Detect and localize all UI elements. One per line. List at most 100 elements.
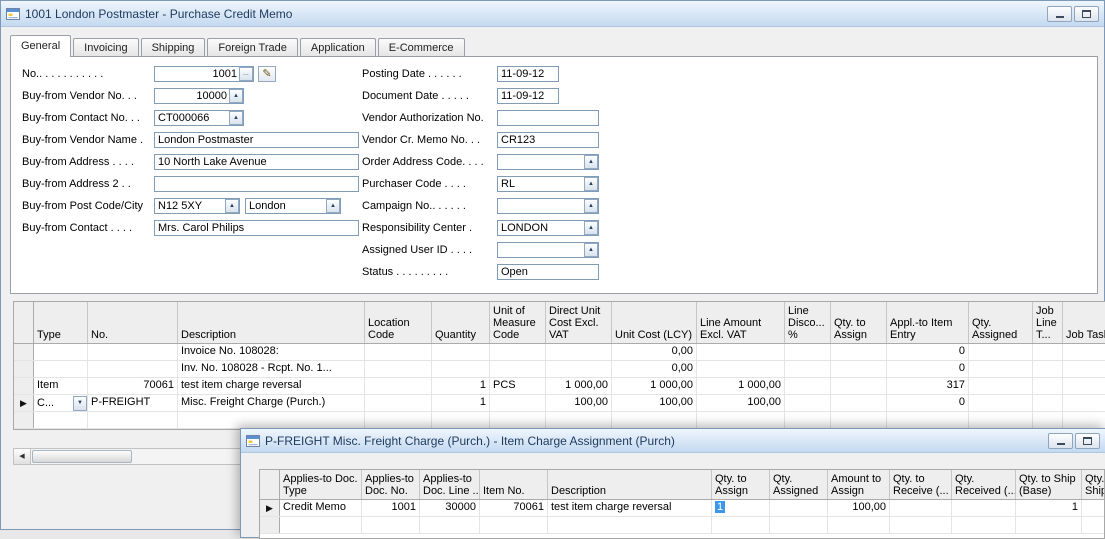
cell-job-line-t[interactable] (1033, 378, 1063, 394)
cell-applies-to-doc-type[interactable] (280, 517, 362, 533)
document-date-field[interactable]: 11-09-12 (497, 88, 559, 104)
cell-direct-unit-cost-excl-vat[interactable]: 1 000,00 (546, 378, 612, 394)
cell-appl-to-item-entry[interactable] (887, 412, 969, 428)
minimize-button[interactable] (1048, 433, 1073, 449)
row-selector[interactable] (14, 344, 34, 360)
cell-job-line-t[interactable] (1033, 361, 1063, 377)
cell-qty-ship[interactable] (1082, 500, 1105, 516)
cell-unit-of-measure-code[interactable] (490, 344, 546, 360)
row-selector[interactable] (14, 361, 34, 377)
tab-shipping[interactable]: Shipping (141, 38, 206, 57)
vendor-cr-memo-no-field[interactable]: CR123 (497, 132, 599, 148)
cell-unit-of-measure-code[interactable] (490, 395, 546, 411)
cell-qty-to-assign[interactable] (831, 395, 887, 411)
responsibility-center-lookup-button[interactable]: ▲ (584, 221, 598, 235)
buy-from-post-code-city-city-lookup-button[interactable]: ▲ (326, 199, 340, 213)
cell-unit-cost-lcy[interactable]: 1 000,00 (612, 378, 697, 394)
buy-from-address-field[interactable]: 10 North Lake Avenue (154, 154, 359, 170)
cell-line-amount-excl-vat[interactable] (697, 344, 785, 360)
cell-type[interactable]: C...▼ (34, 395, 88, 411)
row-selector[interactable]: ▶ (14, 395, 34, 411)
cell-job-line-t[interactable] (1033, 395, 1063, 411)
cell-quantity[interactable] (432, 344, 490, 360)
cell-qty-to-ship-base[interactable] (1016, 517, 1082, 533)
buy-from-vendor-no-field[interactable]: 10000▲ (154, 88, 244, 104)
cell-applies-to-doc-type[interactable]: Credit Memo (280, 500, 362, 516)
scroll-left-button[interactable]: ◀ (14, 449, 31, 464)
order-address-code-field[interactable]: ▲ (497, 154, 599, 170)
cell-amount-to-assign[interactable]: 100,00 (828, 500, 890, 516)
header-row-selector[interactable] (14, 302, 34, 343)
cell-applies-to-doc-line[interactable]: 30000 (420, 500, 480, 516)
cell-location-code[interactable] (365, 395, 432, 411)
cell-direct-unit-cost-excl-vat[interactable] (546, 412, 612, 428)
cell-job-task-n[interactable] (1063, 378, 1105, 394)
assigned-user-id-lookup-button[interactable]: ▲ (584, 243, 598, 257)
cell-line-disco[interactable] (785, 378, 831, 394)
cell-no[interactable]: 70061 (88, 378, 178, 394)
maximize-button[interactable] (1075, 433, 1100, 449)
cell-type[interactable] (34, 361, 88, 377)
cell-qty-to-assign[interactable]: 1 (712, 500, 770, 516)
buy-from-post-code-city-lookup-button[interactable]: ▲ (225, 199, 239, 213)
no-field[interactable]: 1001… (154, 66, 254, 82)
cell-quantity[interactable] (432, 412, 490, 428)
buy-from-contact-field[interactable]: Mrs. Carol Philips (154, 220, 359, 236)
cell-amount-to-assign[interactable] (828, 517, 890, 533)
tab-application[interactable]: Application (300, 38, 376, 57)
campaign-no-lookup-button[interactable]: ▲ (584, 199, 598, 213)
cell-qty-assigned[interactable] (770, 517, 828, 533)
cell-description[interactable]: test item charge reversal (548, 500, 712, 516)
cell-job-line-t[interactable] (1033, 412, 1063, 428)
buy-from-address-2-field[interactable] (154, 176, 359, 192)
buy-from-vendor-no-lookup-button[interactable]: ▲ (229, 89, 243, 103)
order-address-code-lookup-button[interactable]: ▲ (584, 155, 598, 169)
row-selector[interactable] (260, 517, 280, 533)
buy-from-vendor-name-field[interactable]: London Postmaster (154, 132, 359, 148)
cell-qty-to-assign[interactable] (712, 517, 770, 533)
cell-unit-cost-lcy[interactable]: 0,00 (612, 361, 697, 377)
cell-line-disco[interactable] (785, 412, 831, 428)
tab-e-commerce[interactable]: E-Commerce (378, 38, 465, 57)
cell-description[interactable]: Inv. No. 108028 - Rcpt. No. 1... (178, 361, 365, 377)
cell-direct-unit-cost-excl-vat[interactable]: 100,00 (546, 395, 612, 411)
cell-applies-to-doc-line[interactable] (420, 517, 480, 533)
tab-general[interactable]: General (10, 35, 71, 57)
no-edit-button[interactable]: ✎ (258, 66, 276, 82)
tab-foreign-trade[interactable]: Foreign Trade (207, 38, 297, 57)
cell-line-amount-excl-vat[interactable] (697, 361, 785, 377)
row-selector[interactable] (14, 412, 34, 428)
cell-direct-unit-cost-excl-vat[interactable] (546, 344, 612, 360)
buy-from-post-code-city-field[interactable]: N12 5XY▲ (154, 198, 240, 214)
cell-qty-ship[interactable] (1082, 517, 1105, 533)
cell-job-line-t[interactable] (1033, 344, 1063, 360)
buy-from-contact-no-lookup-button[interactable]: ▲ (229, 111, 243, 125)
cell-appl-to-item-entry[interactable]: 0 (887, 395, 969, 411)
cell-location-code[interactable] (365, 378, 432, 394)
cell-appl-to-item-entry[interactable]: 0 (887, 344, 969, 360)
cell-qty-assigned[interactable] (770, 500, 828, 516)
cell-type[interactable]: Item (34, 378, 88, 394)
minimize-button[interactable] (1047, 6, 1072, 22)
cell-quantity[interactable]: 1 (432, 395, 490, 411)
main-window-titlebar[interactable]: 1001 London Postmaster - Purchase Credit… (1, 1, 1104, 27)
scrollbar-thumb[interactable] (32, 450, 132, 463)
cell-job-task-n[interactable] (1063, 361, 1105, 377)
cell-type[interactable] (34, 344, 88, 360)
buy-from-post-code-city-city-field[interactable]: London▲ (245, 198, 341, 214)
cell-description[interactable] (178, 412, 365, 428)
cell-no[interactable]: P-FREIGHT (88, 395, 178, 411)
assigned-user-id-field[interactable]: ▲ (497, 242, 599, 258)
cell-unit-of-measure-code[interactable] (490, 361, 546, 377)
cell-applies-to-doc-no[interactable] (362, 517, 420, 533)
cell-qty-to-assign[interactable] (831, 412, 887, 428)
cell-description[interactable]: test item charge reversal (178, 378, 365, 394)
row-selector[interactable] (14, 378, 34, 394)
cell-qty-to-ship-base[interactable]: 1 (1016, 500, 1082, 516)
cell-applies-to-doc-no[interactable]: 1001 (362, 500, 420, 516)
header-row-selector[interactable] (260, 470, 280, 499)
cell-appl-to-item-entry[interactable]: 317 (887, 378, 969, 394)
cell-quantity[interactable]: 1 (432, 378, 490, 394)
cell-no[interactable] (88, 344, 178, 360)
type-dropdown-button[interactable]: ▼ (73, 396, 87, 411)
